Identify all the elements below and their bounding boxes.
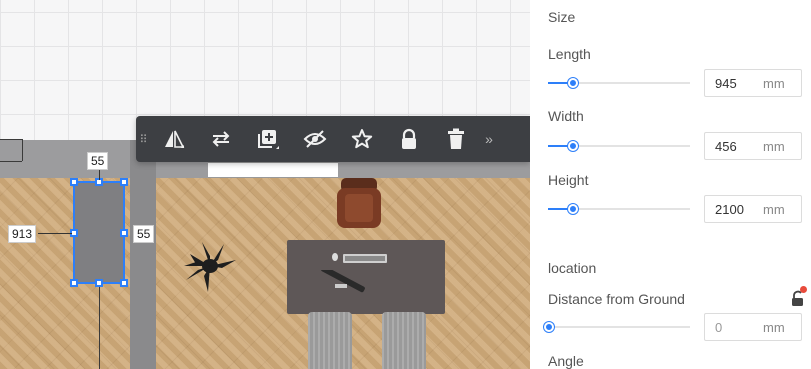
height-slider[interactable] (548, 204, 690, 214)
dimension-line-left (38, 233, 72, 234)
length-field[interactable]: mm (704, 69, 802, 97)
width-slider[interactable] (548, 141, 690, 151)
desk[interactable] (287, 240, 445, 314)
length-slider-thumb[interactable] (568, 78, 578, 88)
location-heading: location (548, 260, 597, 276)
guest-chair-right[interactable] (382, 312, 426, 369)
favorite-icon[interactable] (338, 116, 385, 162)
size-heading: Size (548, 9, 576, 25)
resize-handle-tr[interactable] (120, 178, 128, 186)
width-field[interactable]: mm (704, 132, 802, 160)
wall-edge-line-3 (0, 161, 22, 162)
delete-icon[interactable] (432, 116, 479, 162)
hide-icon[interactable] (291, 116, 338, 162)
grip-icon[interactable]: ⠿ (136, 133, 150, 146)
add-layer-icon[interactable] (244, 116, 291, 162)
height-label: Height (548, 172, 589, 188)
width-slider-thumb[interactable] (568, 141, 578, 151)
height-slider-fill (548, 208, 568, 210)
width-unit: mm (763, 138, 785, 154)
partition-line (99, 284, 100, 369)
ground-slider[interactable] (544, 322, 690, 332)
wall-edge-line (0, 139, 22, 140)
potted-plant[interactable] (180, 236, 242, 296)
ground-slider-thumb[interactable] (544, 322, 554, 332)
length-label: Length (548, 46, 591, 62)
wall-edge-line-2 (22, 139, 23, 161)
ground-distance-label: Distance from Ground (548, 291, 685, 307)
more-tools-button[interactable]: » (479, 131, 499, 147)
length-input[interactable] (705, 75, 757, 91)
resize-handle-mr[interactable] (120, 229, 128, 237)
selected-door[interactable] (73, 181, 125, 284)
height-slider-thumb[interactable] (568, 204, 578, 214)
length-slider[interactable] (548, 78, 690, 88)
ground-input[interactable] (705, 319, 757, 335)
width-slider-fill (548, 145, 568, 147)
resize-handle-tl[interactable] (70, 178, 78, 186)
lock-status-dot (800, 286, 807, 293)
wall-vertical (130, 140, 156, 369)
dimension-right[interactable]: 55 (133, 225, 155, 243)
mirror-icon[interactable] (150, 116, 197, 162)
monitor (321, 270, 365, 293)
dimension-line-top (99, 170, 100, 180)
design-canvas[interactable]: 55 913 55 ⠿ » (0, 0, 530, 369)
angle-label: Angle (548, 353, 584, 369)
height-input[interactable] (705, 201, 757, 217)
dimension-top[interactable]: 55 (87, 152, 109, 170)
guest-chair-left[interactable] (308, 312, 352, 369)
ground-field[interactable]: mm (704, 313, 802, 341)
lock-icon[interactable] (385, 116, 432, 162)
ground-unit: mm (763, 319, 785, 335)
swap-icon[interactable] (197, 116, 244, 162)
resize-handle-bc[interactable] (95, 279, 103, 287)
length-unit: mm (763, 75, 785, 91)
office-chair[interactable] (335, 178, 383, 230)
width-label: Width (548, 108, 584, 124)
ground-lock-icon[interactable] (790, 286, 807, 307)
keyboard-mouse (332, 253, 387, 263)
dimension-left[interactable]: 913 (8, 225, 37, 243)
resize-handle-br[interactable] (120, 279, 128, 287)
width-input[interactable] (705, 138, 757, 154)
length-slider-fill (548, 82, 568, 84)
properties-panel: Size Length mm Width mm Height mm locati… (530, 0, 811, 369)
resize-handle-bl[interactable] (70, 279, 78, 287)
floating-toolbar: ⠿ » (136, 116, 530, 162)
height-unit: mm (763, 201, 785, 217)
window-opening (208, 162, 338, 178)
height-field[interactable]: mm (704, 195, 802, 223)
